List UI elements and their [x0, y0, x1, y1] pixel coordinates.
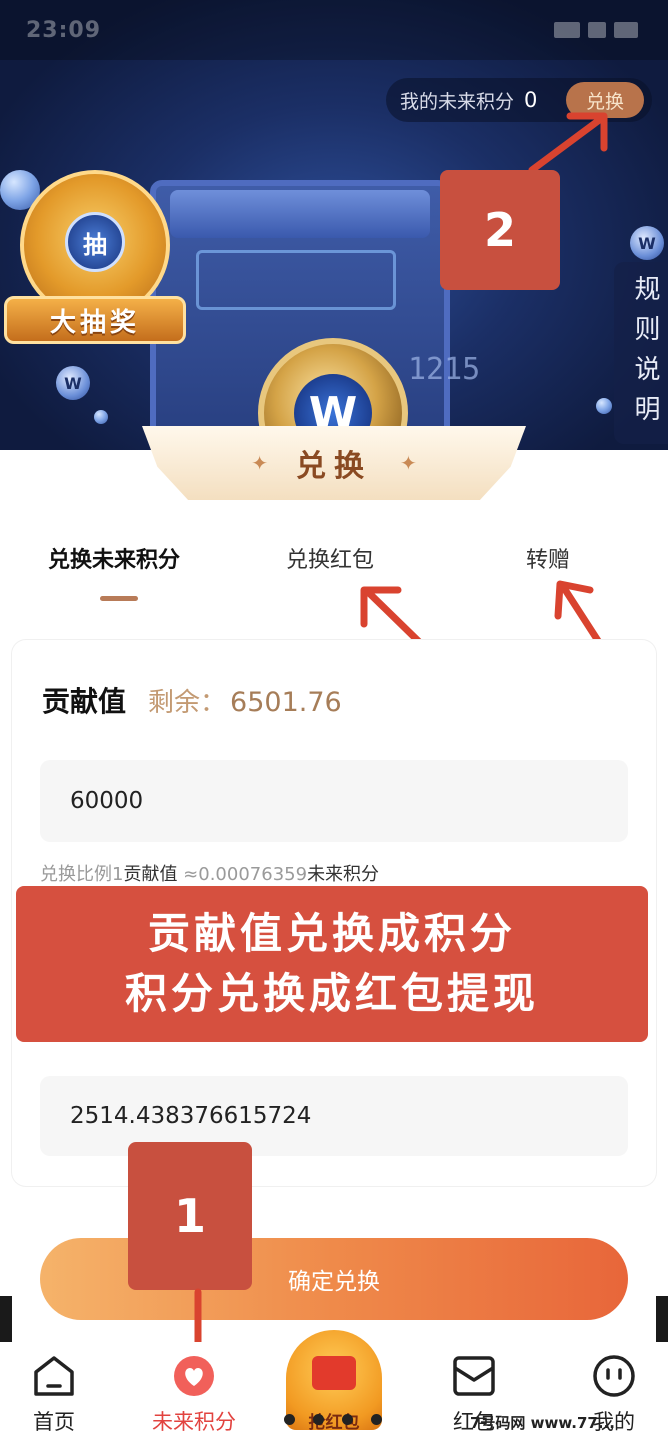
tab-exchange-red-packet[interactable]: 兑换红包	[286, 542, 374, 574]
status-bar: 23:09	[0, 0, 668, 60]
ratio-value: ≈0.00076359	[177, 864, 308, 885]
promo-line-2: 积分兑换成红包提现	[124, 969, 539, 1018]
lottery-label: 大抽奖	[4, 296, 186, 344]
sparkle-icon: ✦	[400, 451, 417, 475]
small-coin-symbol: W	[64, 373, 82, 393]
watermark: 7号码网 www.77...	[470, 1414, 615, 1432]
home-icon	[34, 1356, 74, 1396]
annotation-step-2: 2	[440, 170, 560, 290]
red-envelope-icon	[312, 1356, 356, 1390]
pagination-dots	[284, 1414, 382, 1425]
profile-icon	[593, 1355, 635, 1397]
nav-label-home: 首页	[33, 1410, 75, 1434]
nav-item-home[interactable]: 首页	[0, 1342, 114, 1437]
machine-counter: 1215	[408, 352, 481, 387]
status-icons	[528, 22, 638, 40]
bubble-decoration	[94, 410, 108, 424]
prize-machine-top	[170, 190, 430, 238]
ratio-unit-from: 贡献值	[123, 864, 178, 885]
section-title: 兑换	[296, 449, 372, 484]
contribution-row: 贡献值 剩余： 6501.76	[42, 680, 342, 720]
status-time: 23:09	[26, 18, 102, 43]
section-title-ribbon: ✦ 兑换 ✦	[142, 426, 526, 500]
hero-banner: 23:09 1215 W W W 抽 大抽奖 规则说明 我的未来积分 0 兑换	[0, 0, 668, 450]
annotation-arrow-2	[528, 112, 608, 174]
tab-transfer[interactable]: 转赠	[526, 542, 570, 574]
small-coin-icon: W	[56, 366, 90, 400]
points-label: 我的未来积分	[400, 90, 515, 113]
nav-item-future-points[interactable]: 未来积分	[134, 1342, 254, 1437]
promo-line-1: 贡献值兑换成积分	[147, 909, 516, 958]
bubble-decoration	[596, 398, 612, 414]
remaining-value: 6501.76	[230, 687, 342, 718]
prize-machine-display	[196, 250, 396, 310]
remaining-label: 剩余：	[148, 688, 227, 718]
lottery-badge[interactable]: 抽 大抽奖	[4, 170, 186, 344]
nav-label-future-points: 未来积分	[152, 1410, 236, 1434]
heart-icon	[174, 1356, 214, 1396]
contribution-label: 贡献值	[42, 685, 127, 718]
amount-input[interactable]	[40, 760, 628, 842]
annotation-step-1: 1	[128, 1142, 252, 1290]
small-coin-icon: W	[630, 226, 664, 260]
small-coin-symbol: W	[638, 233, 656, 253]
ratio-prefix: 兑换比例1	[40, 864, 124, 885]
exchange-ratio: 兑换比例1贡献值 ≈0.00076359未来积分	[40, 860, 379, 886]
rules-tab[interactable]: 规则说明	[614, 262, 668, 444]
edge-bar	[0, 1296, 12, 1342]
edge-bar	[656, 1296, 668, 1342]
lottery-coin: 抽	[65, 212, 125, 272]
result-field	[40, 1076, 628, 1156]
tab-exchange-points[interactable]: 兑换未来积分	[48, 542, 180, 574]
promo-banner: 贡献值兑换成积分 积分兑换成红包提现	[16, 886, 648, 1042]
ratio-unit-to: 未来积分	[307, 864, 380, 885]
envelope-icon	[453, 1356, 495, 1396]
active-tab-indicator	[100, 596, 138, 601]
sparkle-icon: ✦	[251, 451, 268, 475]
